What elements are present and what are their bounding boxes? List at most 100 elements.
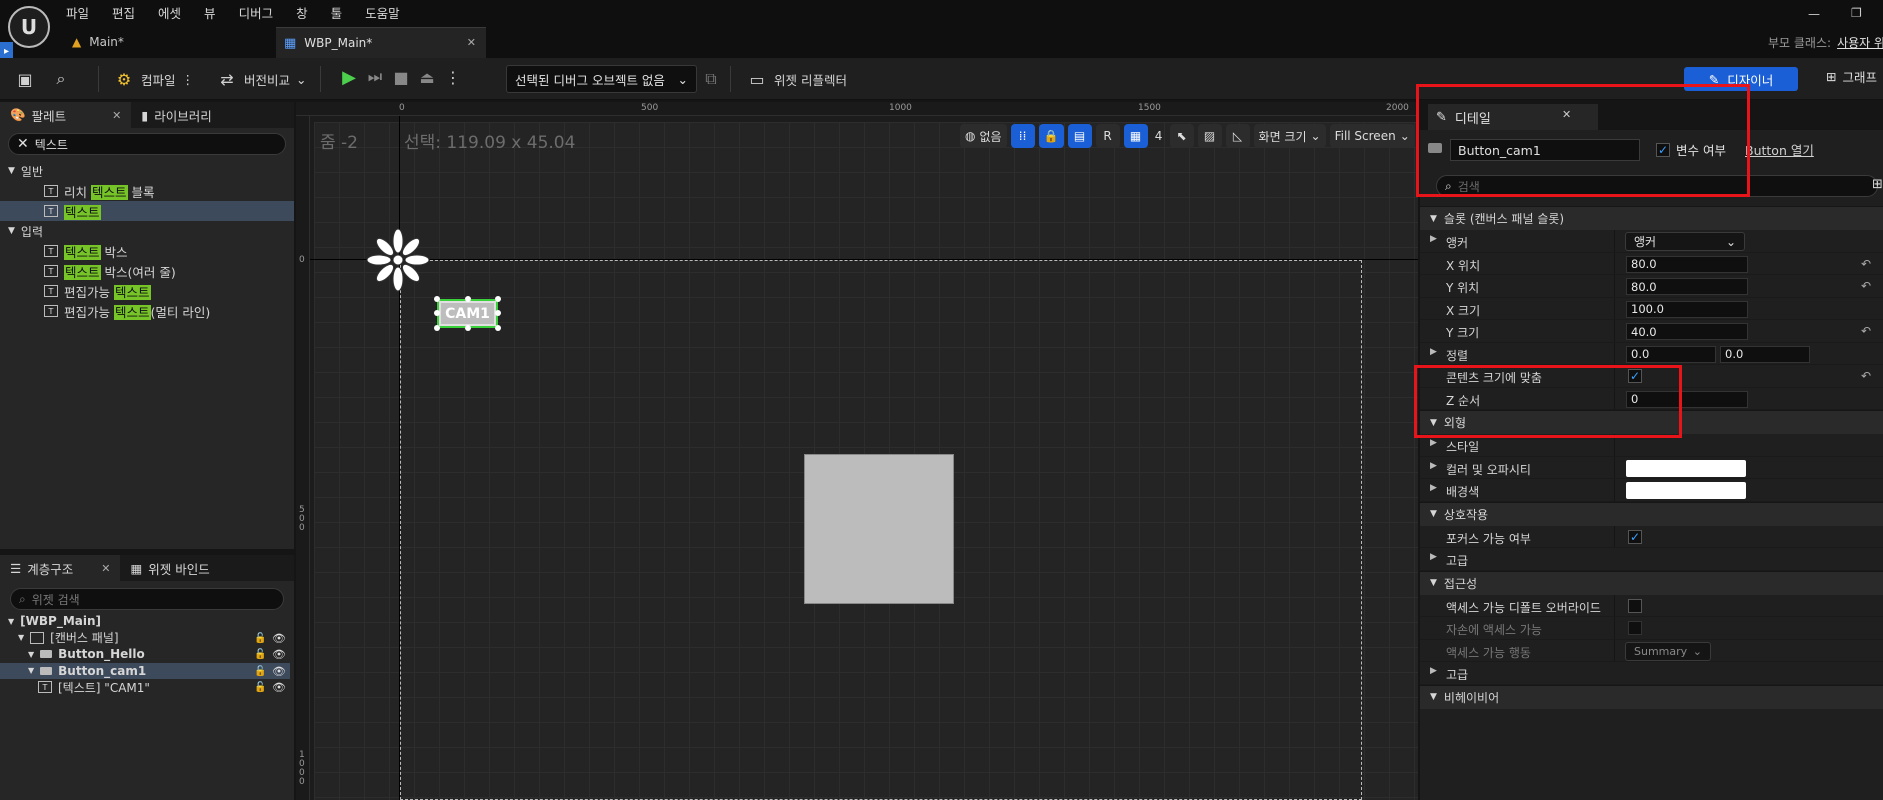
unlock-icon[interactable]: 🔓 [254,666,266,677]
tab-main[interactable]: ▲ Main* [62,28,272,56]
save-icon[interactable]: ▣ [14,68,36,90]
debug-filter-icon[interactable]: ⧉ [700,68,722,90]
details-section-header[interactable]: ▼ 접근성 [1420,570,1883,595]
color-swatch[interactable] [1626,482,1746,499]
restore-icon[interactable]: ❐ [1851,6,1862,20]
stop-icon[interactable]: ■ [390,66,412,88]
eye-icon[interactable]: 👁 [272,632,286,645]
hierarchy-item[interactable]: ▼ [WBP_Main] [0,613,290,630]
caret-right-icon[interactable]: ▶ [1430,666,1437,676]
palette-item[interactable]: T 편집가능 텍스트 [0,281,294,301]
screen-size-dropdown[interactable]: 화면 크기 ⌄ [1253,124,1326,148]
layout-button[interactable]: ▤ [1067,124,1092,148]
step-icon[interactable]: ⏭ [364,66,386,88]
resize-handle[interactable] [495,296,501,302]
palette-item[interactable]: T 리치 텍스트 블록 [0,181,294,201]
hierarchy-item[interactable]: ▼ [캔버스 패널] 🔓 👁 [0,630,290,647]
button-cam1-widget[interactable]: CAM1 [437,299,498,328]
anchor-icon[interactable] [366,228,430,292]
button-hello-widget[interactable] [804,454,954,604]
minimize-icon[interactable]: — [1808,7,1820,21]
checkbox-icon[interactable] [1628,621,1642,635]
is-variable-checkbox[interactable]: ✓ 변수 여부 [1656,140,1726,159]
details-section-header[interactable]: ▼ 슬롯 (캔버스 패널 슬롯) [1420,206,1883,230]
reset-arrow-icon[interactable]: ↶ [1861,324,1871,338]
clear-search-icon[interactable]: ✕ [17,136,29,152]
property-value-input[interactable]: 100.0 [1626,300,1748,318]
designer-button[interactable]: ✎ 디자이너 [1684,67,1798,91]
close-icon[interactable]: ✕ [1562,108,1571,121]
open-button-link[interactable]: Button 열기 [1745,140,1814,159]
palette-item[interactable]: T 텍스트 [0,201,294,221]
property-dropdown[interactable]: Summary ⌄ [1625,641,1711,661]
property-value-input[interactable]: 0 [1626,390,1748,408]
hierarchy-search-input[interactable]: ⌕ 위젯 검색 [10,588,284,610]
menu-item[interactable]: 파일 [66,3,89,22]
resize-handle[interactable] [434,310,440,316]
unlock-icon[interactable]: 🔓 [254,649,266,660]
dpi-scale-button[interactable]: ⁞⁞ [1010,124,1035,148]
caret-right-icon[interactable]: ▶ [1430,461,1437,471]
parent-class-value[interactable]: 사용자 위 [1837,36,1883,50]
reset-arrow-icon[interactable]: ↶ [1861,369,1871,383]
resize-handle[interactable] [434,296,440,302]
grid-snap-value[interactable]: 4 [1152,124,1166,148]
unreal-logo-icon[interactable]: U [8,6,50,48]
compile-options-icon[interactable]: ⋮ [182,72,195,87]
eye-icon[interactable]: 👁 [272,681,286,694]
details-section-header[interactable]: ▼ 상호작용 [1420,501,1883,526]
diff-button[interactable]: ⇄ 버전비교 ⌄ [216,68,306,90]
resize-handle[interactable] [495,310,501,316]
eye-icon[interactable]: 👁 [272,648,286,661]
grid-snap-button[interactable]: ▦ [1123,124,1148,148]
play-icon[interactable]: ▶ [338,66,360,88]
lock-button[interactable]: 🔒 [1038,124,1064,148]
caret-right-icon[interactable]: ▶ [1430,483,1437,493]
eye-icon[interactable]: 👁 [272,665,286,678]
browse-icon[interactable]: ⌕ [50,68,72,90]
tab-details[interactable]: ✎ 디테일 [1428,104,1598,130]
hierarchy-item[interactable]: ▼ Button_cam1 🔓 👁 [0,662,290,679]
palette-category[interactable]: ▼ 입력 [0,221,294,241]
close-tab-icon[interactable]: ✕ [467,36,476,49]
widget-reflector-button[interactable]: ▭ 위젯 리플렉터 [746,68,847,90]
play-options-icon[interactable]: ⋮ [442,66,464,88]
compile-button[interactable]: ⚙ 컴파일 ⋮ [113,68,194,90]
palette-item[interactable]: T 편집가능 텍스트(멀티 라인) [0,301,294,321]
caret-right-icon[interactable]: ▶ [1430,347,1437,357]
widget-name-input[interactable]: Button_cam1 [1450,139,1640,161]
palette-item[interactable]: T 텍스트 박스 [0,241,294,261]
details-search-input[interactable]: ⌕ 검색 [1436,175,1878,197]
localization-preview-button[interactable]: ◍ 없음 [960,124,1007,148]
slope-button[interactable]: ◺ [1225,124,1250,148]
menu-item[interactable]: 뷰 [204,3,216,22]
menu-item[interactable]: 편집 [112,3,135,22]
palette-search-input[interactable]: ✕ 텍스트 [8,133,286,155]
cursor-button[interactable]: ⬉ [1169,124,1194,148]
checkbox-icon[interactable] [1628,598,1642,613]
resize-handle[interactable] [465,296,471,302]
palette-item[interactable]: T 텍스트 박스(여러 줄) [0,261,294,281]
close-icon[interactable]: ✕ [101,562,110,575]
caret-right-icon[interactable]: ▶ [1430,552,1437,562]
reset-arrow-icon[interactable]: ↶ [1861,257,1871,271]
caret-right-icon[interactable]: ▶ [1430,234,1437,244]
menu-item[interactable]: 창 [296,3,308,22]
menu-item[interactable]: 디버그 [239,3,274,22]
tab-library[interactable]: ▮ 라이브러리 [131,102,221,128]
palette-category[interactable]: ▼ 일반 [0,161,294,181]
graph-button[interactable]: ⊞ 그래프 [1826,67,1877,86]
property-value-input[interactable]: 40.0 [1626,323,1748,340]
reset-arrow-icon[interactable]: ↶ [1861,279,1871,293]
tab-palette[interactable]: 🎨 팔레트 ✕ [0,102,132,128]
hierarchy-item[interactable]: ▼ Button_Hello 🔓 👁 [0,646,290,663]
property-dropdown[interactable]: 앵커 ⌄ [1625,232,1745,251]
fill-screen-dropdown[interactable]: Fill Screen ⌄ [1329,124,1415,148]
details-section-header[interactable]: ▼ 비헤이비어 [1420,684,1883,709]
debug-object-select[interactable]: 선택된 디버그 오브젝트 없음 ⌄ [506,65,697,93]
hierarchy-item[interactable]: T [텍스트] "CAM1" 🔓 👁 [0,679,290,696]
property-value-input[interactable]: 80.0 [1626,278,1748,295]
unlock-icon[interactable]: 🔓 [254,633,266,644]
menu-item[interactable]: 툴 [331,3,343,22]
tab-bind-widgets[interactable]: ▦ 위젯 바인드 [120,555,219,581]
